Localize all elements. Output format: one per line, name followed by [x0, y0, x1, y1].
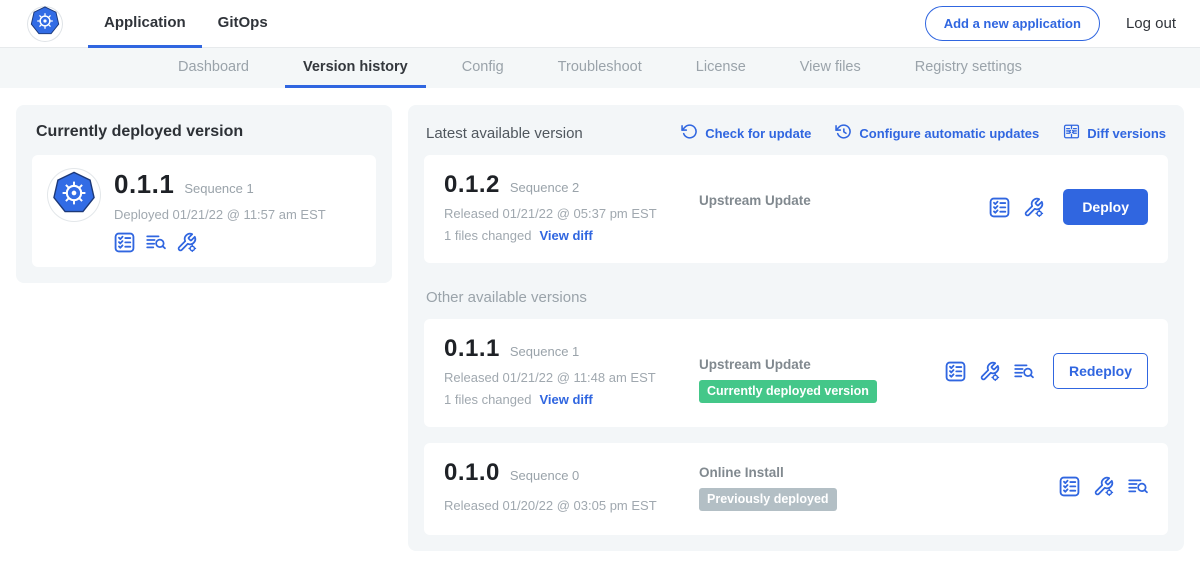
logs-search-icon[interactable] [145, 232, 166, 253]
configure-automatic-updates-label: Configure automatic updates [859, 126, 1039, 141]
tab-gitops-label: GitOps [218, 14, 268, 31]
check-for-update-label: Check for update [705, 126, 811, 141]
wrench-gear-icon[interactable] [1093, 476, 1114, 497]
logout-button[interactable]: Log out [1126, 15, 1176, 32]
subnav-tab-troubleshoot[interactable]: Troubleshoot [540, 48, 660, 88]
released-timestamp: Released 01/21/22 @ 11:48 am EST [444, 370, 699, 385]
sequence-label: Sequence 0 [510, 468, 579, 483]
checklist-icon[interactable] [989, 197, 1010, 218]
kubernetes-logo-icon [30, 6, 60, 41]
add-application-button[interactable]: Add a new application [925, 6, 1100, 41]
subnav-tab-config[interactable]: Config [444, 48, 522, 88]
app-avatar [48, 169, 100, 221]
version-source-label: Online Install [699, 465, 1059, 480]
checklist-icon[interactable] [114, 232, 135, 253]
tab-application[interactable]: Application [88, 0, 202, 48]
main-content: Currently deployed version 0.1.1 Sequenc… [0, 88, 1200, 551]
currently-deployed-title: Currently deployed version [36, 123, 376, 141]
auto-update-icon [835, 123, 852, 143]
files-changed-label: 1 files changed [444, 228, 531, 243]
wrench-gear-icon[interactable] [979, 361, 1000, 382]
files-changed-label: 1 files changed [444, 392, 531, 407]
diff-versions-link[interactable]: Diff versions [1063, 123, 1166, 143]
logs-search-icon[interactable] [1013, 361, 1034, 382]
checklist-icon[interactable] [945, 361, 966, 382]
configure-automatic-updates-link[interactable]: Configure automatic updates [835, 123, 1039, 143]
deployed-sequence-label: Sequence 1 [184, 181, 253, 196]
released-timestamp: Released 01/21/22 @ 05:37 pm EST [444, 206, 699, 221]
subnav-tab-version-history[interactable]: Version history [285, 48, 426, 88]
previously-deployed-badge: Previously deployed [699, 488, 837, 511]
latest-available-title: Latest available version [426, 125, 583, 142]
version-row-0-1-2: 0.1.2 Sequence 2 Released 01/21/22 @ 05:… [424, 155, 1168, 263]
diff-versions-label: Diff versions [1087, 126, 1166, 141]
version-source-label: Upstream Update [699, 357, 945, 372]
kubernetes-logo-icon [52, 171, 96, 220]
top-header: Application GitOps Add a new application… [0, 0, 1200, 48]
sequence-label: Sequence 1 [510, 344, 579, 359]
version-number: 0.1.0 [444, 459, 500, 487]
view-diff-link[interactable]: View diff [539, 228, 592, 243]
deployed-version-card: 0.1.1 Sequence 1 Deployed 01/21/22 @ 11:… [32, 155, 376, 267]
currently-deployed-panel: Currently deployed version 0.1.1 Sequenc… [16, 105, 392, 283]
view-diff-link[interactable]: View diff [539, 392, 592, 407]
checklist-icon[interactable] [1059, 476, 1080, 497]
subnav-tab-registry-settings[interactable]: Registry settings [897, 48, 1040, 88]
other-versions-title: Other available versions [426, 289, 1166, 306]
released-timestamp: Released 01/20/22 @ 03:05 pm EST [444, 498, 699, 513]
wrench-gear-icon[interactable] [1023, 197, 1044, 218]
deployed-timestamp: Deployed 01/21/22 @ 11:57 am EST [114, 207, 326, 222]
sequence-label: Sequence 2 [510, 180, 579, 195]
subnav-tab-view-files[interactable]: View files [782, 48, 879, 88]
app-subnav: Dashboard Version history Config Trouble… [0, 48, 1200, 88]
subnav-tab-dashboard[interactable]: Dashboard [160, 48, 267, 88]
tab-application-label: Application [104, 14, 186, 31]
currently-deployed-badge: Currently deployed version [699, 380, 877, 403]
subnav-tab-license[interactable]: License [678, 48, 764, 88]
version-number: 0.1.2 [444, 171, 500, 199]
app-logo [28, 7, 62, 41]
version-history-panel: Latest available version Check for updat… [408, 105, 1184, 551]
logs-search-icon[interactable] [1127, 476, 1148, 497]
version-row-0-1-1: 0.1.1 Sequence 1 Released 01/21/22 @ 11:… [424, 319, 1168, 427]
deployed-version-number: 0.1.1 [114, 169, 174, 200]
redeploy-button[interactable]: Redeploy [1053, 353, 1148, 389]
version-row-0-1-0: 0.1.0 Sequence 0 Released 01/20/22 @ 03:… [424, 443, 1168, 535]
deploy-button[interactable]: Deploy [1063, 189, 1148, 225]
diff-icon [1063, 123, 1080, 143]
version-number: 0.1.1 [444, 335, 500, 363]
wrench-gear-icon[interactable] [176, 232, 197, 253]
version-source-label: Upstream Update [699, 193, 989, 208]
tab-gitops[interactable]: GitOps [202, 0, 284, 48]
check-for-update-link[interactable]: Check for update [681, 123, 811, 143]
refresh-icon [681, 123, 698, 143]
